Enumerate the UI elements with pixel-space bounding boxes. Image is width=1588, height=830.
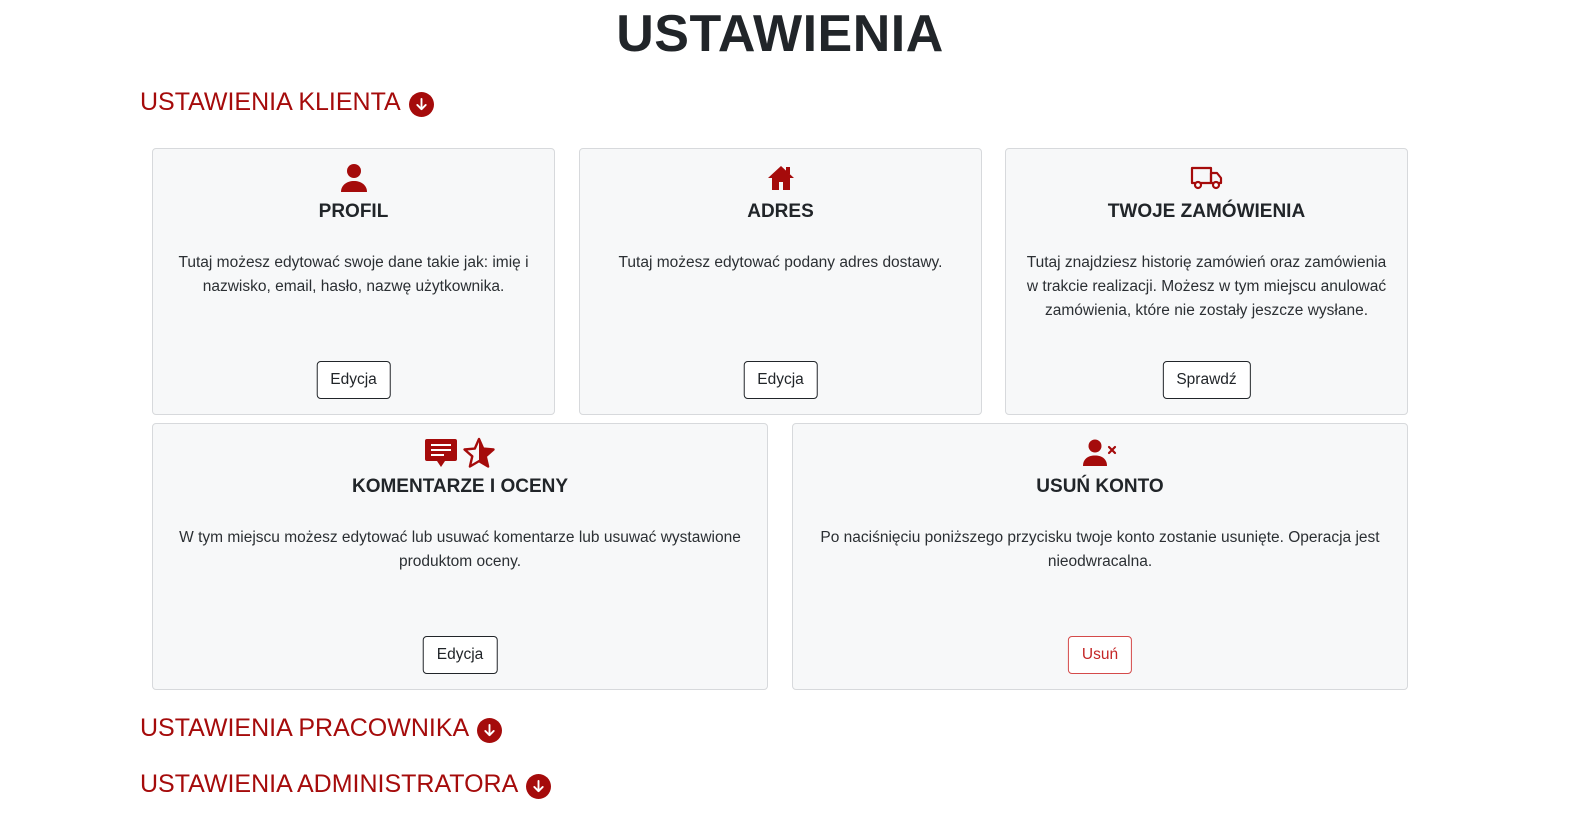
card-address: ADRES Tutaj możesz edytować podany adres… bbox=[579, 148, 982, 415]
section-client-settings[interactable]: USTAWIENIA KLIENTA bbox=[140, 88, 434, 117]
reviews-edit-button[interactable]: Edycja bbox=[422, 636, 498, 674]
section-employee-settings[interactable]: USTAWIENIA PRACOWNIKA bbox=[140, 714, 503, 743]
address-edit-button[interactable]: Edycja bbox=[743, 361, 818, 399]
orders-check-button[interactable]: Sprawdź bbox=[1162, 361, 1251, 399]
card-profile-title: PROFIL bbox=[318, 201, 389, 222]
card-delete-account: USUŃ KONTO Po naciśnięciu poniższego prz… bbox=[792, 423, 1408, 690]
page-title: USTAWIENIA bbox=[616, 5, 944, 63]
card-delete-account-title: USUŃ KONTO bbox=[1036, 476, 1164, 497]
card-reviews-text: W tym miejscu możesz edytować lub usuwać… bbox=[179, 529, 741, 570]
card-reviews: KOMENTARZE I OCENY W tym miejscu możesz … bbox=[152, 423, 768, 690]
profile-edit-button[interactable]: Edycja bbox=[316, 361, 391, 399]
card-profile: PROFIL Tutaj możesz edytować swoje dane … bbox=[152, 148, 555, 415]
arrow-down-icon bbox=[526, 773, 552, 799]
comment-icon bbox=[424, 437, 458, 474]
card-orders: TWOJE ZAMÓWIENIA Tutaj znajdziesz histor… bbox=[1005, 148, 1408, 415]
card-address-text: Tutaj możesz edytować podany adres dosta… bbox=[618, 254, 943, 271]
delete-account-button[interactable]: Usuń bbox=[1067, 636, 1133, 674]
card-profile-text: Tutaj możesz edytować swoje dane takie j… bbox=[178, 254, 529, 295]
star-icon bbox=[462, 437, 496, 474]
card-reviews-title: KOMENTARZE I OCENY bbox=[351, 476, 569, 497]
card-orders-text: Tutaj znajdziesz historię zamówień oraz … bbox=[1026, 254, 1387, 319]
card-address-title: ADRES bbox=[747, 201, 814, 222]
section-employee-label: USTAWIENIA PRACOWNIKA bbox=[140, 714, 470, 742]
truck-icon bbox=[1190, 164, 1224, 197]
user-remove-icon bbox=[1083, 438, 1117, 473]
arrow-down-icon bbox=[477, 717, 503, 743]
section-admin-label: USTAWIENIA ADMINISTRATORA bbox=[140, 770, 519, 798]
card-delete-account-text: Po naciśnięciu poniższego przycisku twoj… bbox=[820, 529, 1380, 570]
section-admin-settings[interactable]: USTAWIENIA ADMINISTRATORA bbox=[140, 770, 552, 799]
house-icon bbox=[766, 163, 796, 198]
user-icon bbox=[340, 163, 368, 198]
section-client-label: USTAWIENIA KLIENTA bbox=[140, 88, 401, 116]
arrow-down-icon bbox=[408, 91, 434, 117]
card-orders-title: TWOJE ZAMÓWIENIA bbox=[1107, 201, 1306, 222]
